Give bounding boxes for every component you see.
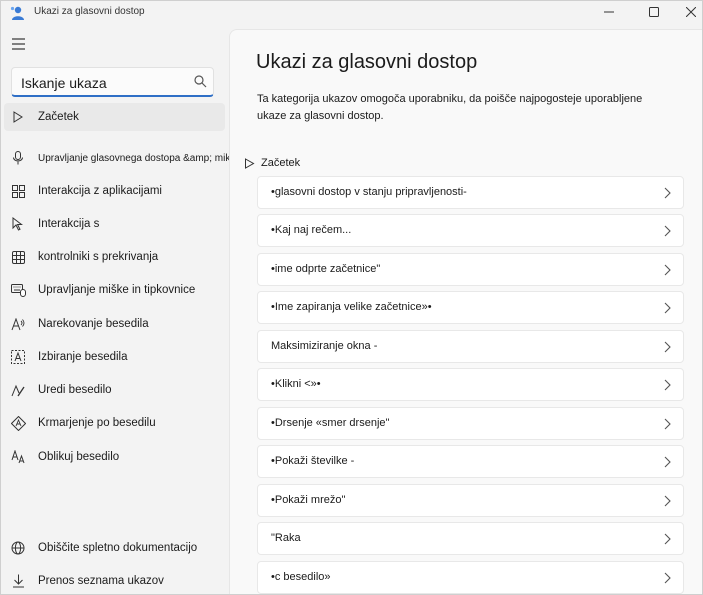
page-description: Ta kategorija ukazov omogoča uporabniku,… <box>257 93 643 122</box>
chevron-right-icon <box>664 264 671 276</box>
command-label: •c besedilo» <box>271 571 331 583</box>
command-label: •Drsenje «smer drsenje" <box>271 417 390 429</box>
hamburger-menu-icon[interactable] <box>11 37 27 51</box>
pointer-icon <box>10 216 26 232</box>
chevron-right-icon <box>664 379 671 391</box>
search-input[interactable] <box>21 73 181 93</box>
keyboard-mouse-icon <box>10 282 26 298</box>
command-label: •Ime zapiranja velike začetnice»• <box>271 301 432 313</box>
command-label: Maksimiziranje okna - <box>271 340 378 352</box>
sidebar-item-label: Obiščite spletno dokumentacijo <box>38 542 198 554</box>
command-label: •ime odprte začetnice" <box>271 263 381 275</box>
sidebar-item-label: Uredi besedilo <box>38 384 112 396</box>
apps-grid-icon <box>10 183 26 199</box>
sidebar-item-label: kontrolniki s prekrivanja <box>38 251 159 263</box>
maximize-icon <box>649 7 659 17</box>
chevron-right-icon <box>664 418 671 430</box>
sidebar-item-label: Upravljanje miške in tipkovnice <box>38 284 196 296</box>
command-card[interactable]: Maksimiziranje okna - <box>257 330 684 363</box>
sidebar-item-interaction[interactable]: Interakcija s <box>4 210 225 238</box>
sidebar-item-label: Narekovanje besedila <box>38 318 149 330</box>
minimize-button[interactable] <box>586 1 632 23</box>
search-box[interactable] <box>11 67 214 97</box>
command-label: •Pokaži številke - <box>271 455 355 467</box>
dictation-icon <box>10 316 26 332</box>
sidebar-item-label: Krmarjenje po besedilu <box>38 417 156 429</box>
chevron-right-icon <box>664 187 671 199</box>
chevron-right-icon <box>664 456 671 468</box>
sidebar-item-label: Oblikuj besedilo <box>38 451 120 463</box>
command-card[interactable]: "Raka <box>257 522 684 555</box>
sidebar: Začetek Upravljanje glasovnega dostopa &… <box>1 25 259 594</box>
command-card[interactable]: •Kaj naj rečem... <box>257 214 684 247</box>
sidebar-item-select-text[interactable]: Izbiranje besedila <box>4 343 225 371</box>
command-card[interactable]: •Ime zapiranja velike začetnice»• <box>257 291 684 324</box>
main-content: Ukazi za glasovni dostop Ta kategorija u… <box>229 29 702 594</box>
sidebar-item-mouse-keyboard[interactable]: Upravljanje miške in tipkovnice <box>4 276 225 304</box>
sidebar-item-overlay[interactable]: kontrolniki s prekrivanja <box>4 243 225 271</box>
play-icon <box>10 109 26 125</box>
section-header: Začetek <box>244 157 300 169</box>
microphone-icon <box>10 150 26 166</box>
sidebar-item-label: Izbiranje besedila <box>38 351 128 363</box>
chevron-right-icon <box>664 225 671 237</box>
edit-text-icon <box>10 382 26 398</box>
voice-access-app-icon <box>10 6 24 20</box>
chevron-right-icon <box>664 302 671 314</box>
sidebar-item-download-list[interactable]: Prenos seznama ukazov <box>4 567 225 594</box>
section-header-label: Začetek <box>261 157 301 169</box>
chevron-right-icon <box>664 533 671 545</box>
sidebar-item-format-text[interactable]: Oblikuj besedilo <box>4 443 225 471</box>
close-icon <box>686 7 696 17</box>
play-icon <box>245 157 255 169</box>
window-title: Ukazi za glasovni dostop <box>34 6 145 17</box>
app-window: Ukazi za glasovni dostop Iskanje ukaza Z… <box>0 0 703 595</box>
sidebar-item-label: Upravljanje glasovnega dostopa &amp; mik… <box>38 152 259 164</box>
sidebar-item-label: Prenos seznama ukazov <box>38 575 164 587</box>
navigate-text-icon <box>10 415 26 431</box>
command-card[interactable]: •c besedilo» <box>257 561 684 594</box>
command-card[interactable]: •Pokaži mrežo" <box>257 484 684 517</box>
command-label: •Pokaži mrežo" <box>271 494 346 506</box>
format-text-icon <box>10 449 26 465</box>
sidebar-item-navigate-text[interactable]: Krmarjenje po besedilu <box>4 409 225 437</box>
sidebar-item-zacetek[interactable]: Začetek <box>4 103 225 131</box>
command-label: •glasovni dostop v stanju pripravljenost… <box>271 186 467 198</box>
sidebar-item-microphone[interactable]: Upravljanje glasovnega dostopa &amp; mik… <box>4 144 259 172</box>
command-card[interactable]: •Klikni <»• <box>257 368 684 401</box>
chevron-right-icon <box>664 341 671 353</box>
sidebar-item-apps[interactable]: Interakcija z aplikacijami <box>4 177 225 205</box>
command-card[interactable]: •glasovni dostop v stanju pripravljenost… <box>257 176 684 209</box>
page-title: Ukazi za glasovni dostop <box>256 51 478 73</box>
title-bar: Ukazi za glasovni dostop <box>1 1 702 25</box>
chevron-right-icon <box>664 495 671 507</box>
sidebar-item-edit-text[interactable]: Uredi besedilo <box>4 376 225 404</box>
close-button[interactable] <box>668 1 702 23</box>
text-select-icon <box>10 349 26 365</box>
command-label: •Klikni <»• <box>271 378 321 390</box>
sidebar-item-label: Interakcija z aplikacijami <box>38 185 162 197</box>
globe-icon <box>10 540 26 556</box>
sidebar-item-dictation[interactable]: Narekovanje besedila <box>4 310 225 338</box>
minimize-icon <box>604 11 614 13</box>
overlay-grid-icon <box>10 249 26 265</box>
chevron-right-icon <box>664 572 671 584</box>
command-label: •Kaj naj rečem... <box>271 224 352 236</box>
sidebar-item-label: Začetek <box>38 111 79 123</box>
command-label: "Raka <box>271 532 301 544</box>
command-card[interactable]: •Pokaži številke - <box>257 445 684 478</box>
command-card[interactable]: •ime odprte začetnice" <box>257 253 684 286</box>
search-icon[interactable] <box>194 75 207 88</box>
download-icon <box>10 573 26 589</box>
sidebar-item-online-docs[interactable]: Obiščite spletno dokumentacijo <box>4 534 225 562</box>
sidebar-item-label: Interakcija s <box>38 218 100 230</box>
command-card[interactable]: •Drsenje «smer drsenje" <box>257 407 684 440</box>
